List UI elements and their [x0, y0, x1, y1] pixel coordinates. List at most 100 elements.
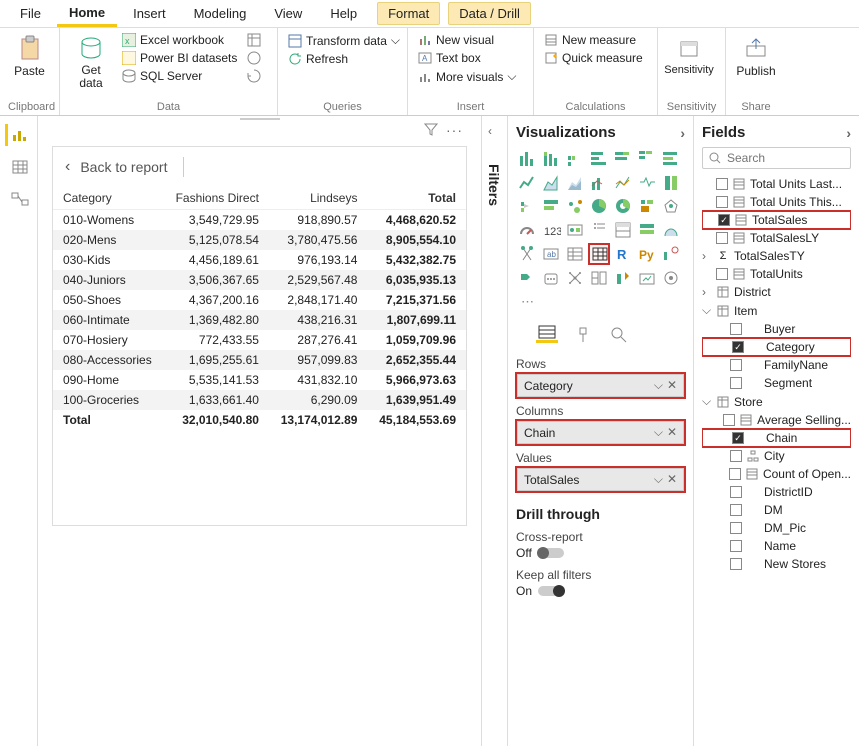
- tab-home[interactable]: Home: [57, 1, 117, 27]
- filter-icon[interactable]: [424, 122, 438, 138]
- tab-view[interactable]: View: [262, 2, 314, 25]
- viz-type-icon[interactable]: [660, 147, 682, 169]
- chevron-right-icon[interactable]: ›: [680, 125, 685, 141]
- field-row[interactable]: ✓TotalSales: [702, 211, 851, 229]
- viz-type-icon[interactable]: [540, 147, 562, 169]
- field-row[interactable]: TotalSalesLY: [702, 229, 851, 247]
- transform-data-button[interactable]: Transform data ⌵: [286, 32, 402, 49]
- field-row[interactable]: DistrictID: [702, 483, 851, 501]
- viz-type-icon[interactable]: ⋯: [516, 291, 538, 313]
- tab-modeling[interactable]: Modeling: [182, 2, 259, 25]
- table-row[interactable]: 040-Juniors3,506,367.652,529,567.486,035…: [53, 270, 466, 290]
- viz-type-icon[interactable]: [636, 171, 658, 193]
- more-visuals-button[interactable]: More visuals ⌵: [416, 68, 518, 85]
- data-view-button[interactable]: [5, 156, 33, 178]
- viz-type-icon[interactable]: [636, 195, 658, 217]
- col-fashions[interactable]: Fashions Direct: [164, 187, 269, 210]
- checkbox[interactable]: ✓: [718, 214, 730, 226]
- viz-type-icon[interactable]: Py: [636, 243, 658, 265]
- dataverse-button[interactable]: [245, 50, 263, 66]
- tab-format[interactable]: Format: [377, 2, 440, 25]
- viz-type-icon[interactable]: [588, 243, 610, 265]
- checkbox[interactable]: [730, 359, 742, 371]
- checkbox[interactable]: [716, 232, 728, 244]
- remove-icon[interactable]: ✕: [667, 472, 677, 487]
- remove-icon[interactable]: ✕: [667, 425, 677, 440]
- more-icon[interactable]: ···: [446, 122, 463, 138]
- viz-type-icon[interactable]: [564, 195, 586, 217]
- viz-type-icon[interactable]: [516, 171, 538, 193]
- table-row[interactable]: 080-Accessories1,695,255.61957,099.832,6…: [53, 350, 466, 370]
- rows-field[interactable]: Category⌵✕: [517, 374, 684, 397]
- viz-type-icon[interactable]: [516, 219, 538, 241]
- viz-type-icon[interactable]: [588, 219, 610, 241]
- checkbox[interactable]: ✓: [732, 341, 744, 353]
- viz-type-icon[interactable]: [588, 267, 610, 289]
- viz-type-icon[interactable]: [660, 219, 682, 241]
- checkbox[interactable]: [729, 468, 741, 480]
- filters-pane-collapsed[interactable]: ‹ Filters: [481, 116, 507, 746]
- checkbox[interactable]: [716, 196, 728, 208]
- chevron-down-icon[interactable]: ⌵: [654, 472, 663, 487]
- viz-type-icon[interactable]: [516, 147, 538, 169]
- table-row[interactable]: 060-Intimate1,369,482.80438,216.311,807,…: [53, 310, 466, 330]
- pbi-datasets-button[interactable]: Power BI datasets: [120, 50, 239, 66]
- checkbox[interactable]: [730, 558, 742, 570]
- tab-file[interactable]: File: [8, 2, 53, 25]
- new-measure-button[interactable]: New measure: [542, 32, 645, 48]
- cols-field[interactable]: Chain⌵✕: [517, 421, 684, 444]
- col-lindseys[interactable]: Lindseys: [269, 187, 368, 210]
- field-row[interactable]: Total Units Last...: [702, 175, 851, 193]
- analytics-tab[interactable]: [608, 327, 630, 343]
- col-category[interactable]: Category: [53, 187, 164, 210]
- fields-well-tab[interactable]: [536, 327, 558, 343]
- search-input[interactable]: [702, 147, 851, 169]
- checkbox[interactable]: [730, 486, 742, 498]
- viz-type-icon[interactable]: [612, 195, 634, 217]
- checkbox[interactable]: [723, 414, 735, 426]
- viz-type-icon[interactable]: [540, 171, 562, 193]
- field-row[interactable]: ›District: [702, 283, 851, 301]
- report-view-button[interactable]: [5, 124, 33, 146]
- viz-type-icon[interactable]: [636, 147, 658, 169]
- viz-type-icon[interactable]: [516, 267, 538, 289]
- checkbox[interactable]: [730, 450, 742, 462]
- field-row[interactable]: ⌵Item: [702, 301, 851, 320]
- field-row[interactable]: City: [702, 447, 851, 465]
- viz-type-icon[interactable]: [516, 243, 538, 265]
- table-row[interactable]: 050-Shoes4,367,200.162,848,171.407,215,3…: [53, 290, 466, 310]
- tab-help[interactable]: Help: [318, 2, 369, 25]
- checkbox[interactable]: [730, 522, 742, 534]
- field-row[interactable]: New Stores: [702, 555, 851, 573]
- viz-type-icon[interactable]: [660, 267, 682, 289]
- refresh-button[interactable]: Refresh: [286, 51, 402, 67]
- field-row[interactable]: Buyer: [702, 320, 851, 338]
- field-row[interactable]: ✓Category: [702, 338, 851, 356]
- field-row[interactable]: Count of Open...: [702, 465, 851, 483]
- keep-filters-toggle[interactable]: On: [516, 584, 685, 598]
- viz-type-icon[interactable]: [564, 243, 586, 265]
- viz-type-icon[interactable]: [516, 195, 538, 217]
- table-row[interactable]: 100-Groceries1,633,661.406,290.091,639,9…: [53, 390, 466, 410]
- viz-type-icon[interactable]: 123: [540, 219, 562, 241]
- viz-type-icon[interactable]: [540, 267, 562, 289]
- checkbox[interactable]: [730, 504, 742, 516]
- checkbox[interactable]: [730, 377, 742, 389]
- field-row[interactable]: DM_Pic: [702, 519, 851, 537]
- chevron-down-icon[interactable]: ⌵: [654, 378, 663, 393]
- viz-type-icon[interactable]: [564, 147, 586, 169]
- field-row[interactable]: FamilyNane: [702, 356, 851, 374]
- checkbox[interactable]: [716, 268, 728, 280]
- field-row[interactable]: Segment: [702, 374, 851, 392]
- viz-type-icon[interactable]: ab: [540, 243, 562, 265]
- chevron-right-icon[interactable]: ›: [846, 125, 851, 141]
- field-row[interactable]: Name: [702, 537, 851, 555]
- field-row[interactable]: DM: [702, 501, 851, 519]
- drag-handle-icon[interactable]: [240, 118, 280, 122]
- viz-type-icon[interactable]: [564, 267, 586, 289]
- field-row[interactable]: Average Selling...: [702, 411, 851, 429]
- text-box-button[interactable]: AText box: [416, 50, 518, 66]
- sql-server-button[interactable]: SQL Server: [120, 68, 239, 84]
- viz-type-icon[interactable]: [564, 171, 586, 193]
- checkbox[interactable]: [730, 323, 742, 335]
